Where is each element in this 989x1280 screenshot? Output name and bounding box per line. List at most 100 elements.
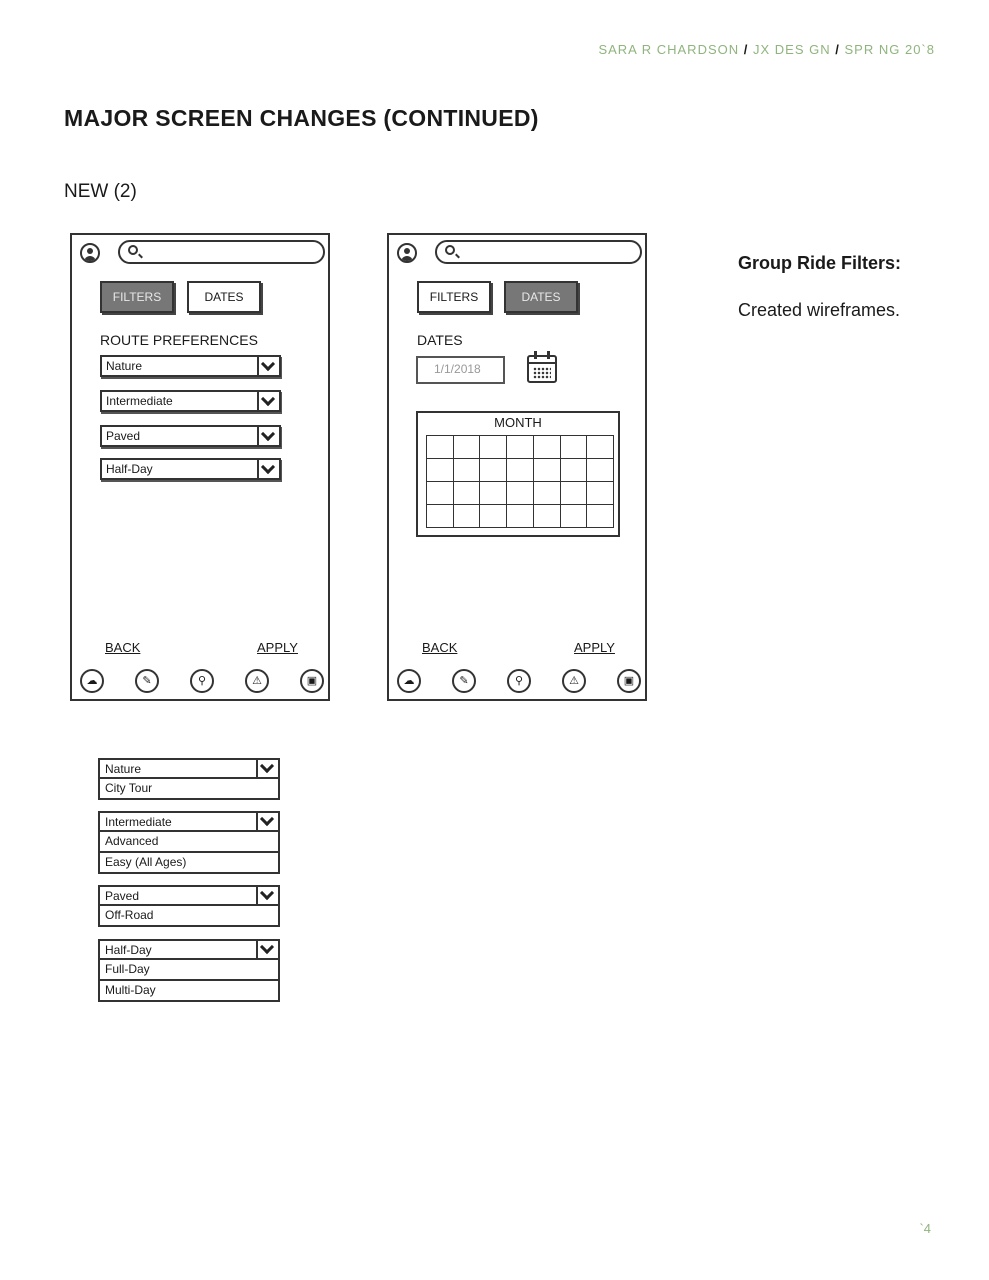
user-avatar-icon[interactable] [397, 243, 417, 263]
search-input[interactable] [118, 240, 325, 264]
warning-icon[interactable]: ⚠ [245, 669, 269, 693]
calendar-day-cell[interactable] [479, 504, 508, 528]
calendar-day-cell[interactable] [479, 458, 508, 482]
dropdown-value: Paved [106, 429, 141, 443]
calendar-grid [426, 435, 614, 528]
back-link[interactable]: BACK [105, 640, 140, 655]
calendar-day-cell[interactable] [559, 458, 588, 482]
calendar-day-cell[interactable] [452, 481, 481, 505]
calendar-day-cell[interactable] [479, 481, 508, 505]
tab-dates[interactable]: DATES [187, 281, 261, 313]
dropdown-value: Nature [106, 359, 143, 373]
calendar-day-cell[interactable] [532, 504, 561, 528]
dropdown-selected[interactable]: Paved [98, 885, 280, 906]
term-label: SPR NG 20`8 [844, 42, 935, 57]
calendar-day-cell[interactable] [506, 504, 534, 528]
calendar-day-cell[interactable] [532, 481, 561, 505]
warning-icon[interactable]: ⚠ [562, 669, 586, 693]
surface-dropdown[interactable]: Paved [100, 425, 281, 447]
calendar-day-cell[interactable] [559, 504, 588, 528]
calendar-day-cell[interactable] [426, 481, 454, 505]
calendar-day-cell[interactable] [452, 458, 481, 482]
dropdown-selected[interactable]: Intermediate [98, 811, 280, 832]
bottom-nav: ☁ ✎ ⚲ ⚠ ▣ [80, 669, 324, 693]
chevron-down-icon [256, 887, 278, 904]
dropdown-option[interactable]: Easy (All Ages) [98, 853, 280, 874]
calendar-month-title: MONTH [494, 415, 542, 430]
weather-icon[interactable]: ☁ [397, 669, 421, 693]
weather-icon[interactable]: ☁ [80, 669, 104, 693]
calendar-day-cell[interactable] [586, 435, 614, 459]
back-link[interactable]: BACK [422, 640, 457, 655]
page-header: SARA R CHARDSON / JX DES GN / SPR NG 20`… [598, 42, 935, 57]
calendar-day-cell[interactable] [559, 481, 588, 505]
tab-filters[interactable]: FILTERS [417, 281, 491, 313]
bottom-nav: ☁ ✎ ⚲ ⚠ ▣ [397, 669, 641, 693]
difficulty-dropdown-expanded: Intermediate Advanced Easy (All Ages) [98, 811, 280, 874]
header-separator: / [835, 42, 840, 57]
route-type-dropdown[interactable]: Nature [100, 355, 281, 377]
user-avatar-icon[interactable] [80, 243, 100, 263]
calendar-day-cell[interactable] [452, 435, 481, 459]
dropdown-value: Half-Day [106, 462, 153, 476]
calendar-day-cell[interactable] [586, 504, 614, 528]
dropdown-option[interactable]: City Tour [98, 779, 280, 800]
calendar-day-cell[interactable] [532, 458, 561, 482]
chevron-down-icon [257, 357, 279, 375]
chevron-down-icon [256, 941, 278, 958]
header-separator: / [743, 42, 749, 57]
dropdown-option[interactable]: Off-Road [98, 906, 280, 927]
search-input[interactable] [435, 240, 642, 264]
tab-dates[interactable]: DATES [504, 281, 578, 313]
side-note-heading: Group Ride Filters: [738, 253, 902, 273]
page-title: MAJOR SCREEN CHANGES (CONTINUED) [64, 105, 539, 131]
dropdown-selected[interactable]: Half-Day [98, 939, 280, 960]
course-name: JX DES GN [753, 42, 831, 57]
dropdown-option[interactable]: Full-Day [98, 960, 280, 981]
dates-label: DATES [417, 332, 463, 348]
calendar-day-cell[interactable] [506, 481, 534, 505]
calendar-day-cell[interactable] [586, 458, 614, 482]
pin-icon[interactable]: ✎ [452, 669, 476, 693]
filters-screen-wireframe: FILTERS DATES ROUTE PREFERENCES Nature I… [70, 233, 330, 701]
difficulty-dropdown[interactable]: Intermediate [100, 390, 281, 412]
chevron-down-icon [257, 460, 279, 478]
duration-dropdown[interactable]: Half-Day [100, 458, 281, 480]
dropdown-selected[interactable]: Nature [98, 758, 280, 779]
calendar-day-cell[interactable] [479, 435, 508, 459]
dropdown-option[interactable]: Advanced [98, 832, 280, 853]
duration-dropdown-expanded: Half-Day Full-Day Multi-Day [98, 939, 280, 1002]
bike-icon[interactable]: ⚲ [190, 669, 214, 693]
section-label: NEW (2) [64, 181, 137, 202]
dropdown-option[interactable]: Multi-Day [98, 981, 280, 1002]
bus-icon[interactable]: ▣ [617, 669, 641, 693]
apply-link[interactable]: APPLY [574, 640, 615, 655]
chevron-down-icon [257, 392, 279, 410]
side-note-body: Created wireframes. [738, 300, 901, 320]
pin-icon[interactable]: ✎ [135, 669, 159, 693]
dropdown-value: Intermediate [106, 394, 173, 408]
date-input[interactable]: 1/1/2018 [416, 356, 505, 384]
chevron-down-icon [256, 760, 278, 777]
surface-dropdown-expanded: Paved Off-Road [98, 885, 280, 927]
page-number: `4 [919, 1221, 931, 1236]
calendar-day-cell[interactable] [506, 435, 534, 459]
apply-link[interactable]: APPLY [257, 640, 298, 655]
calendar-icon[interactable] [527, 351, 557, 383]
search-icon [128, 245, 138, 255]
calendar-day-cell[interactable] [426, 504, 454, 528]
bus-icon[interactable]: ▣ [300, 669, 324, 693]
calendar-day-cell[interactable] [532, 435, 561, 459]
calendar-day-cell[interactable] [559, 435, 588, 459]
calendar-day-cell[interactable] [426, 458, 454, 482]
calendar-day-cell[interactable] [452, 504, 481, 528]
tab-filters[interactable]: FILTERS [100, 281, 174, 313]
calendar-day-cell[interactable] [586, 481, 614, 505]
route-type-dropdown-expanded: Nature City Tour [98, 758, 280, 800]
author-name: SARA R CHARDSON [598, 42, 740, 57]
calendar-day-cell[interactable] [506, 458, 534, 482]
calendar-month-view: MONTH [416, 411, 620, 537]
chevron-down-icon [257, 427, 279, 445]
calendar-day-cell[interactable] [426, 435, 454, 459]
bike-icon[interactable]: ⚲ [507, 669, 531, 693]
